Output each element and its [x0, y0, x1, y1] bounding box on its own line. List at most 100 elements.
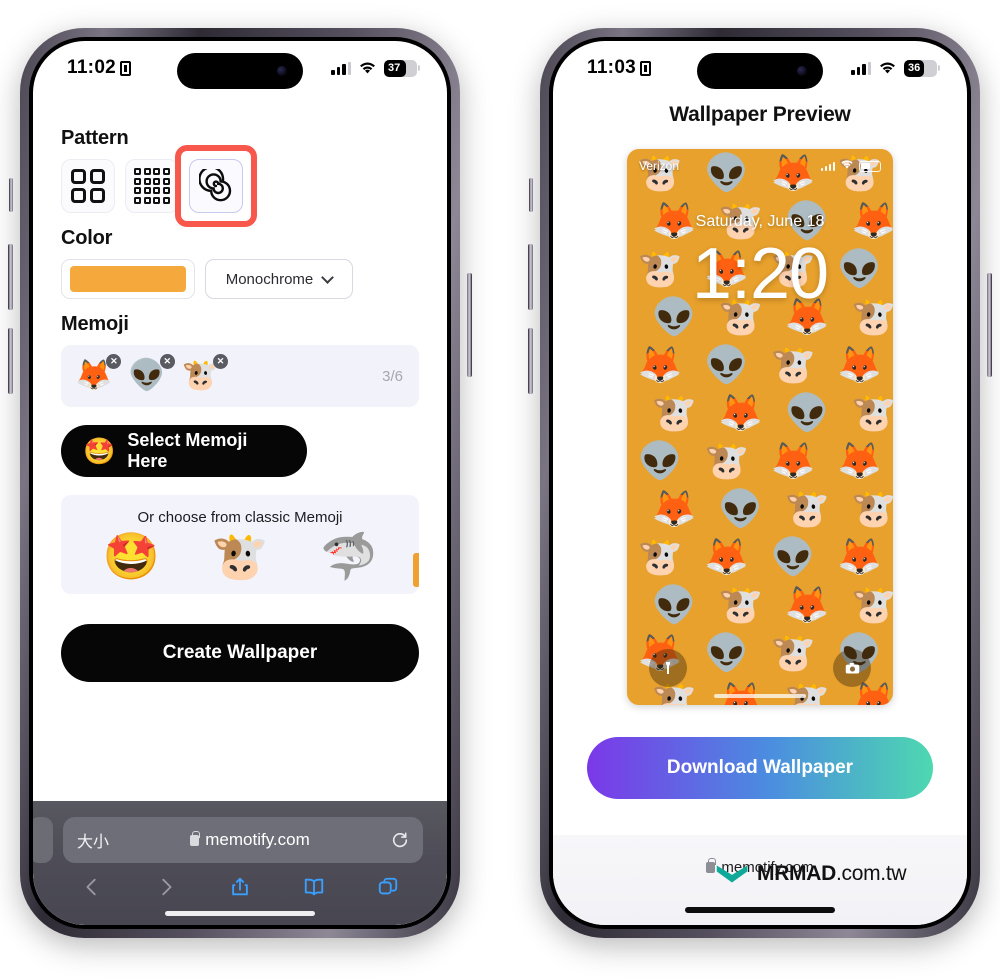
- home-indicator[interactable]: [685, 907, 835, 913]
- share-icon[interactable]: [229, 875, 251, 899]
- memoji-face-icon: 🤩: [83, 436, 116, 466]
- spiral-icon: [199, 169, 232, 202]
- carrier-label: Verizon: [639, 159, 680, 173]
- cow-memoji-icon: 🐮: [651, 392, 697, 433]
- status-time-label: 11:03: [587, 57, 637, 78]
- right-iphone-frame: 11:03 36 Wallpaper Preview 🐮 👽 🦊 🐮 🦊 🐮 👽…: [528, 28, 992, 938]
- pattern-option-grid-4x4[interactable]: [125, 159, 179, 213]
- lock-portrait-icon: [120, 60, 132, 76]
- fox-memoji-icon: 🦊: [637, 344, 683, 385]
- memotify-page: Pattern Color Monochrome Memoji 🦊 ✕ 👽 ✕ …: [33, 95, 447, 683]
- address-bar-url: memotify.com: [205, 830, 310, 849]
- memoji-counter: 3/6: [382, 367, 403, 385]
- lock-icon: [190, 830, 200, 846]
- status-time: 11:03: [587, 57, 652, 79]
- status-time-label: 11:02: [67, 57, 117, 78]
- safari-bottom-bar: 大小 memotify.com: [33, 801, 447, 925]
- wifi-icon: [878, 61, 897, 75]
- flashlight-icon[interactable]: [649, 649, 687, 687]
- selected-memoji-chip[interactable]: 👽 ✕: [128, 354, 175, 391]
- fox-memoji-icon: 🦊: [837, 536, 883, 577]
- lock-portrait-icon: [640, 60, 652, 76]
- alien-memoji-icon: 👽: [718, 488, 764, 529]
- left-phone-bezel: 11:02 37 Pattern Color Monochrome Memoji…: [29, 37, 451, 929]
- back-icon[interactable]: [81, 875, 103, 899]
- address-bar-center: memotify.com: [109, 830, 391, 850]
- remove-memoji-icon[interactable]: ✕: [106, 354, 122, 369]
- reload-icon[interactable]: [391, 831, 409, 849]
- classic-memoji-row: 🤩 🐮 🦈: [61, 532, 419, 581]
- front-camera-icon: [277, 66, 287, 76]
- watermark: MRMAD.com.tw: [715, 862, 907, 886]
- bookmarks-icon[interactable]: [303, 875, 325, 899]
- cow-memoji-icon: 🐮: [704, 440, 750, 481]
- tabs-icon[interactable]: [377, 875, 399, 899]
- alien-memoji-icon: 👽: [770, 536, 816, 577]
- remove-memoji-icon[interactable]: ✕: [159, 354, 175, 369]
- cow-memoji-icon: 🐮: [784, 488, 830, 529]
- left-iphone-frame: 11:02 37 Pattern Color Monochrome Memoji…: [8, 28, 472, 938]
- volume-up-button[interactable]: [8, 244, 13, 310]
- forward-icon[interactable]: [155, 875, 177, 899]
- selected-memoji-chip[interactable]: 🦊 ✕: [75, 354, 122, 391]
- alien-memoji-icon: 👽: [637, 440, 683, 481]
- color-mode-value: Monochrome: [225, 270, 314, 288]
- download-wallpaper-button[interactable]: Download Wallpaper: [587, 737, 933, 799]
- silence-switch[interactable]: [529, 178, 533, 212]
- color-heading: Color: [61, 227, 113, 249]
- fox-memoji-icon: 🦊: [718, 680, 764, 706]
- lockscreen-time: 1:20: [691, 234, 829, 314]
- carousel-peek-indicator: [413, 553, 419, 587]
- select-memoji-button[interactable]: 🤩 Select Memoji Here: [61, 425, 307, 477]
- right-phone-screen: 11:03 36 Wallpaper Preview 🐮 👽 🦊 🐮 🦊 🐮 👽…: [553, 41, 967, 925]
- alien-memoji-icon: 👽: [704, 344, 750, 385]
- alien-memoji-icon: 👽: [784, 392, 830, 433]
- volume-down-button[interactable]: [528, 328, 533, 394]
- alien-memoji-icon: 👽: [704, 632, 750, 673]
- pattern-option-spiral[interactable]: [189, 159, 243, 213]
- power-button[interactable]: [467, 273, 472, 377]
- classic-memoji-card: Or choose from classic Memoji 🤩 🐮 🦈: [61, 495, 419, 595]
- pattern-option-spiral-wrapper: [175, 145, 257, 227]
- create-wallpaper-button[interactable]: Create Wallpaper: [61, 624, 419, 683]
- silence-switch[interactable]: [9, 178, 13, 212]
- cellular-bars-icon: [331, 61, 351, 75]
- address-bar[interactable]: 大小 memotify.com: [63, 817, 423, 863]
- wallpaper-status-icons: [820, 157, 881, 175]
- cow-memoji-icon: 🐮: [784, 680, 830, 706]
- star-struck-octopus-memoji-icon[interactable]: 🤩: [103, 532, 160, 581]
- watermark-brand: MRMAD: [757, 862, 836, 885]
- dynamic-island: [697, 53, 823, 89]
- home-indicator[interactable]: [165, 911, 315, 916]
- cow-memoji-icon: 🐮: [637, 536, 683, 577]
- color-mode-select[interactable]: Monochrome: [205, 259, 353, 299]
- remove-memoji-icon[interactable]: ✕: [213, 354, 229, 369]
- safari-toolbar: [33, 875, 447, 899]
- cow-classic-memoji-icon[interactable]: 🐮: [211, 532, 268, 581]
- adjacent-tab-peek[interactable]: [33, 817, 53, 863]
- alien-memoji-icon: 👽: [651, 584, 697, 625]
- color-controls: Monochrome: [61, 259, 419, 299]
- wallpaper-status-bar: Verizon: [639, 157, 881, 175]
- cow-memoji-icon: 🐮: [851, 584, 893, 625]
- fox-memoji-icon: 🦊: [837, 344, 883, 385]
- power-button[interactable]: [987, 273, 992, 377]
- screenshot-stage: 11:02 37 Pattern Color Monochrome Memoji…: [0, 0, 1000, 979]
- camera-icon[interactable]: [833, 649, 871, 687]
- shark-classic-memoji-icon[interactable]: 🦈: [320, 532, 377, 581]
- cow-memoji-icon: 🐮: [718, 584, 764, 625]
- mrmad-logo-icon: [715, 863, 749, 885]
- volume-down-button[interactable]: [8, 328, 13, 394]
- pattern-option-grid-2x2[interactable]: [61, 159, 115, 213]
- page-settings-aa-button[interactable]: 大小: [77, 828, 109, 852]
- color-swatch-button[interactable]: [61, 259, 195, 299]
- watermark-tld: .com.tw: [835, 862, 907, 885]
- fox-memoji-icon: 🦊: [651, 488, 697, 529]
- fox-memoji-icon: 🦊: [770, 440, 816, 481]
- lockscreen-date: Saturday, June 18: [695, 213, 825, 230]
- selected-memoji-chip[interactable]: 🐮 ✕: [182, 354, 229, 391]
- volume-up-button[interactable]: [528, 244, 533, 310]
- wallpaper-preview[interactable]: 🐮 👽 🦊 🐮 🦊 🐮 👽 🦊 🐮 🦊 🐮 👽 👽 🐮 🦊 🐮 🦊 👽 🐮 🦊 🐮 🦊 👽 🐮 👽 🐮 🦊 🦊 🦊 👽 🐮 🐮 🐮 🦊 👽 🦊 👽 🐮 🦊 🐮…: [627, 149, 893, 705]
- create-wallpaper-label: Create Wallpaper: [162, 642, 318, 664]
- left-phone-screen: 11:02 37 Pattern Color Monochrome Memoji…: [33, 41, 447, 925]
